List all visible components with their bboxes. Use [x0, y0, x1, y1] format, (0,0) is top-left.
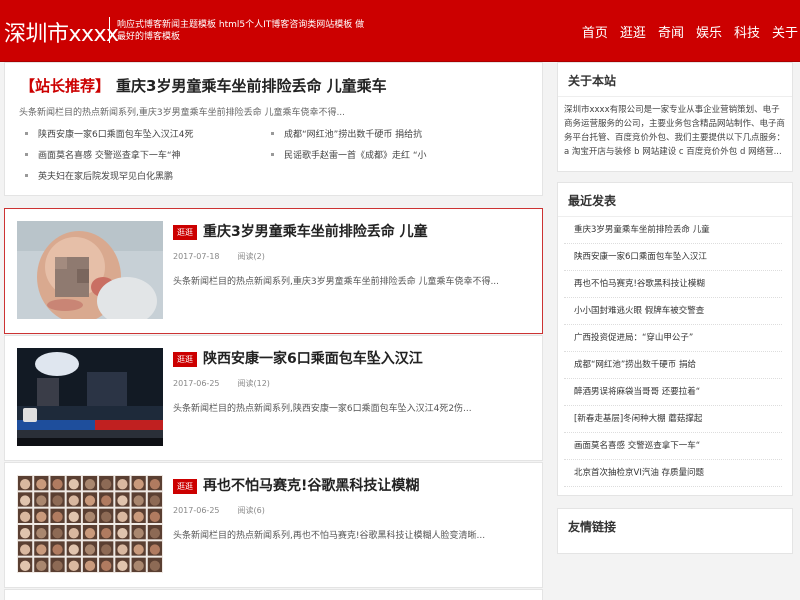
links-panel: 友情链接	[557, 508, 793, 554]
logo-divider	[109, 17, 110, 43]
article-title[interactable]: 陕西安康一家6口乘面包车坠入汉江	[203, 348, 423, 368]
recent-title: 最近发表	[558, 183, 792, 217]
article-reads: 阅读(6)	[237, 506, 265, 515]
article-card[interactable]: 逛逛 重庆3岁男童乘车坐前排险丢命 儿童 2017-07-18 阅读(2) 头条新…	[4, 208, 543, 334]
category-badge[interactable]: 逛逛	[173, 479, 197, 494]
article-desc: 头条新闻栏目的热点新闻系列,再也不怕马赛克!谷歌黑科技让模糊人脸变清晰...	[173, 531, 486, 541]
article-title[interactable]: 再也不怕马赛克!谷歌黑科技让模糊	[203, 475, 419, 495]
about-title: 关于本站	[558, 63, 792, 97]
recent-item[interactable]: 再也不怕马赛克!谷歌黑科技让模糊	[564, 271, 782, 298]
recent-item[interactable]: 广西投资促进局：“穿山甲公子”	[564, 325, 782, 352]
article-meta: 2017-06-25 阅读(6)	[173, 505, 265, 516]
recent-item[interactable]: 成都“网红池”捞出数千硬币 捐给	[564, 352, 782, 379]
article-thumbnail[interactable]	[17, 221, 163, 319]
article-reads: 阅读(2)	[237, 252, 265, 261]
about-panel: 关于本站 深圳市xxxx有限公司是一家专业从事企业营销策划、电子商务运营服务的公…	[557, 62, 793, 172]
featured-title-text: 重庆3岁男童乘车坐前排险丢命 儿童乘车	[116, 77, 387, 95]
recent-item[interactable]: 醉酒男误将麻袋当哥哥 还要拉着“	[564, 379, 782, 406]
featured-link[interactable]: 成都“网红池”捞出数千硬币 捐给抗	[271, 127, 422, 140]
recent-item[interactable]: 陕西安康一家6口乘面包车坠入汉江	[564, 244, 782, 271]
nav-browse[interactable]: 逛逛	[620, 22, 646, 41]
featured-link[interactable]: 民谣歌手赵雷一首《成都》走红 “小	[271, 148, 427, 161]
recent-item[interactable]: 小小国封难逃火眼 假牌车被交警查	[564, 298, 782, 325]
about-text: 深圳市xxxx有限公司是一家专业从事企业营销策划、电子商务运营服务的公司，主要业…	[564, 105, 786, 157]
nav-home[interactable]: 首页	[582, 22, 608, 41]
article-reads: 阅读(12)	[237, 379, 270, 388]
nav-oddities[interactable]: 奇闻	[658, 22, 684, 41]
article-card[interactable]	[4, 589, 543, 600]
site-logo[interactable]: 深圳市xxxx	[4, 16, 119, 48]
featured-link[interactable]: 陕西安康一家6口乘面包车坠入汉江4死	[25, 127, 193, 140]
article-date: 2017-07-18	[173, 252, 220, 261]
links-title: 友情链接	[568, 520, 617, 534]
category-badge[interactable]: 逛逛	[173, 225, 197, 240]
featured-link[interactable]: 英夫妇在家后院发现罕见白化黑鹏	[25, 169, 173, 182]
featured-link[interactable]: 画面莫名喜感 交警巡查拿下一车“神	[25, 148, 181, 161]
recent-panel: 最近发表 重庆3岁男童乘车坐前排险丢命 儿童 陕西安康一家6口乘面包车坠入汉江 …	[557, 182, 793, 496]
article-desc: 头条新闻栏目的热点新闻系列,陕西安康一家6口乘面包车坠入汉江4死2伤...	[173, 404, 472, 414]
featured-tag: 【站长推荐】	[20, 77, 111, 95]
featured-panel: 【站长推荐】 重庆3岁男童乘车坐前排险丢命 儿童乘车 头条新闻栏目的热点新闻系列,…	[4, 62, 543, 196]
site-header: 深圳市xxxx 响应式博客新闻主题模板 html5个人IT博客咨询类网站模板 做…	[0, 0, 800, 62]
recent-item[interactable]: [新春走基层]冬闲种大棚 蘑菇撑起	[564, 406, 782, 433]
featured-title[interactable]: 【站长推荐】 重庆3岁男童乘车坐前排险丢命 儿童乘车	[20, 75, 387, 96]
article-date: 2017-06-25	[173, 506, 220, 515]
nav-tech[interactable]: 科技	[734, 22, 760, 41]
article-card[interactable]: 逛逛 陕西安康一家6口乘面包车坠入汉江 2017-06-25 阅读(12) 头条新…	[4, 335, 543, 461]
recent-item[interactable]: 北京首次抽检京VI汽油 存质量问题	[564, 460, 782, 487]
article-date: 2017-06-25	[173, 379, 220, 388]
featured-desc: 头条新闻栏目的热点新闻系列,重庆3岁男童乘车坐前排险丢命 儿童乘车侥幸不得...	[19, 108, 346, 118]
recent-item[interactable]: 画面莫名喜感 交警巡查拿下一车“	[564, 433, 782, 460]
nav-entertainment[interactable]: 娱乐	[696, 22, 722, 41]
recent-item[interactable]: 重庆3岁男童乘车坐前排险丢命 儿童	[564, 217, 782, 244]
site-tagline: 响应式博客新闻主题模板 html5个人IT博客咨询类网站模板 做最好的博客模板	[117, 20, 365, 42]
nav-about[interactable]: 关于	[772, 22, 798, 41]
main-nav: 首页 逛逛 奇闻 娱乐 科技 关于	[570, 22, 798, 41]
article-thumbnail[interactable]	[17, 475, 163, 573]
article-meta: 2017-06-25 阅读(12)	[173, 378, 270, 389]
article-title[interactable]: 重庆3岁男童乘车坐前排险丢命 儿童	[203, 221, 428, 241]
article-thumbnail[interactable]	[17, 348, 163, 446]
article-desc: 头条新闻栏目的热点新闻系列,重庆3岁男童乘车坐前排险丢命 儿童乘车侥幸不得...	[173, 277, 500, 287]
article-meta: 2017-07-18 阅读(2)	[173, 251, 265, 262]
category-badge[interactable]: 逛逛	[173, 352, 197, 367]
article-card[interactable]: 逛逛 再也不怕马赛克!谷歌黑科技让模糊 2017-06-25 阅读(6) 头条新闻…	[4, 462, 543, 588]
